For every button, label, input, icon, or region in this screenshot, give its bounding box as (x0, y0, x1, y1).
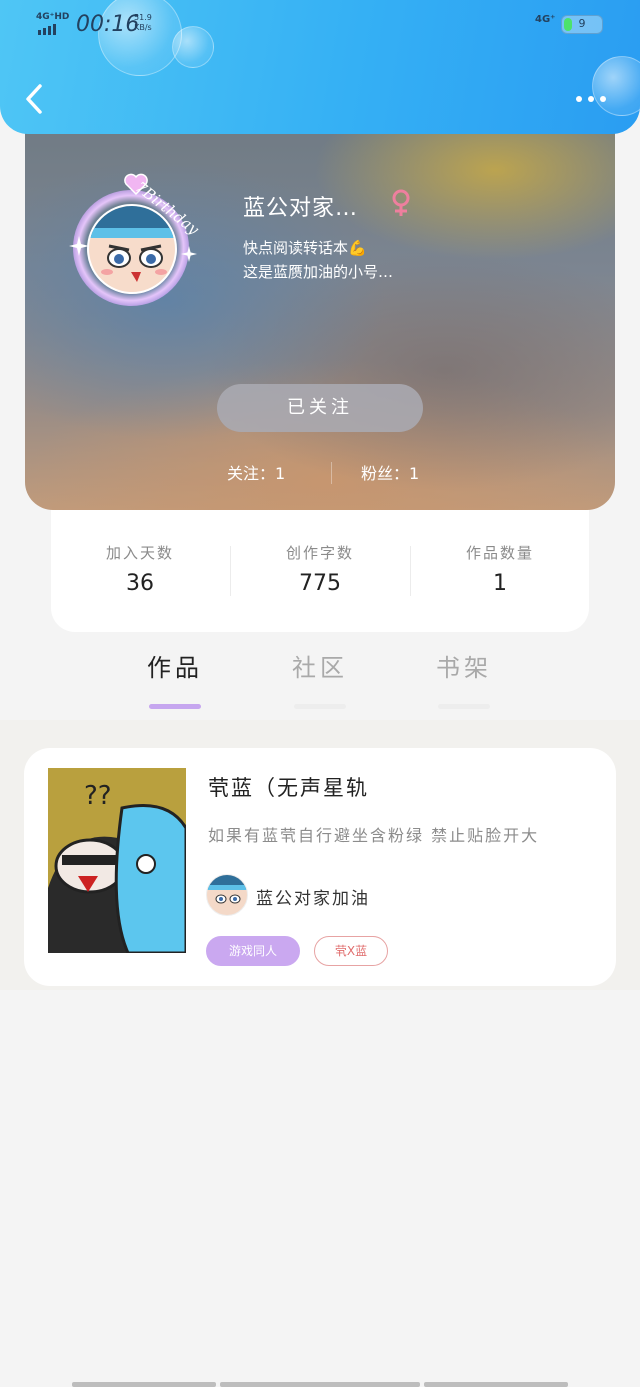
stat-value: 1 (493, 571, 507, 596)
tab-indicator (149, 704, 201, 709)
network-type-left: 4G⁺HD (36, 12, 70, 22)
work-author[interactable]: 蓝公对家加油 (206, 874, 466, 918)
profile-card: 7Birthday 蓝公对家… 快点阅读转话本💪 这是蓝赝加油的小号… 已关注 … (25, 110, 615, 510)
stat-works-count: 作品数量 1 (411, 542, 589, 596)
tab-indicator (438, 704, 490, 709)
stat-label: 作品数量 (465, 544, 534, 562)
status-bar: 4G⁺HD 00:16 51.9 KB/s 4G⁺ 9 (0, 0, 640, 48)
stat-label: 加入天数 (105, 544, 174, 562)
nav-indicator (220, 1382, 420, 1387)
work-card[interactable]: ?? 茕蓝（无声星轨 如果有蓝茕自行避坐含粉绿 禁止贴脸开大 蓝公对家加油 游戏… (24, 748, 616, 986)
avatar[interactable]: 7Birthday (65, 154, 215, 314)
svg-text:??: ?? (84, 781, 112, 811)
more-dot (576, 96, 582, 102)
stats-card: 加入天数 36 创作字数 775 作品数量 1 (51, 508, 589, 632)
muscle-icon: 💪 (348, 239, 367, 257)
work-title: 茕蓝（无声星轨 (208, 776, 369, 800)
nickname: 蓝公对家… (243, 196, 359, 221)
works-list: ?? 茕蓝（无声星轨 如果有蓝茕自行避坐含粉绿 禁止贴脸开大 蓝公对家加油 游戏… (0, 720, 640, 990)
back-button[interactable] (22, 82, 52, 116)
stat-value: 775 (299, 571, 341, 596)
stat-word-count: 创作字数 775 (231, 542, 409, 596)
tab-bookshelf[interactable]: 书架 (404, 648, 524, 709)
speed-unit: KB/s (134, 23, 152, 32)
bio-line: 快点阅读转话本 (243, 239, 349, 257)
nav-indicator (72, 1382, 216, 1387)
network-type-right: 4G⁺ (535, 14, 556, 25)
work-cover-image: ?? (48, 768, 186, 953)
more-dot (600, 96, 606, 102)
network-speed: 51.9 KB/s (134, 13, 152, 33)
tab-works[interactable]: 作品 (115, 648, 235, 709)
author-avatar (206, 874, 248, 916)
following-count[interactable]: 关注：1 (227, 460, 285, 484)
tab-label: 书架 (436, 654, 492, 682)
nav-indicator (424, 1382, 568, 1387)
work-tag[interactable]: 游戏同人 (206, 936, 300, 966)
tab-community[interactable]: 社区 (260, 648, 380, 709)
speed-value: 51.9 (134, 13, 152, 22)
top-header: 4G⁺HD 00:16 51.9 KB/s 4G⁺ 9 (0, 0, 640, 134)
follow-button[interactable]: 已关注 (217, 384, 423, 432)
sparkle-icon (181, 246, 197, 262)
author-name: 蓝公对家加油 (256, 889, 370, 909)
bio-line: 这是蓝赝加油的小号… (243, 263, 394, 281)
tab-indicator (294, 704, 346, 709)
work-tag[interactable]: 茕X蓝 (314, 936, 388, 966)
tab-label: 作品 (147, 654, 203, 682)
tab-bar: 作品 社区 书架 (0, 640, 640, 720)
followers-count[interactable]: 粉丝：1 (361, 460, 419, 484)
sparkle-icon (69, 236, 89, 256)
work-description: 如果有蓝茕自行避坐含粉绿 禁止贴脸开大 (208, 826, 540, 845)
follow-stats: 关注：1 粉丝：1 (25, 460, 615, 484)
signal-icon: 4G⁺HD (36, 12, 72, 36)
tab-label: 社区 (292, 654, 348, 682)
stat-label: 创作字数 (285, 544, 354, 562)
stat-value: 36 (126, 571, 154, 596)
bio: 快点阅读转话本💪 这是蓝赝加油的小号… (243, 236, 393, 284)
battery-icon: 9 (561, 15, 603, 34)
battery-level: 9 (578, 17, 586, 30)
stat-join-days: 加入天数 36 (51, 542, 229, 596)
female-icon (392, 189, 410, 216)
divider (331, 462, 332, 484)
more-dot (588, 96, 594, 102)
chevron-left-icon (26, 84, 42, 114)
status-time: 00:16 (76, 12, 140, 37)
more-button[interactable] (576, 90, 612, 108)
